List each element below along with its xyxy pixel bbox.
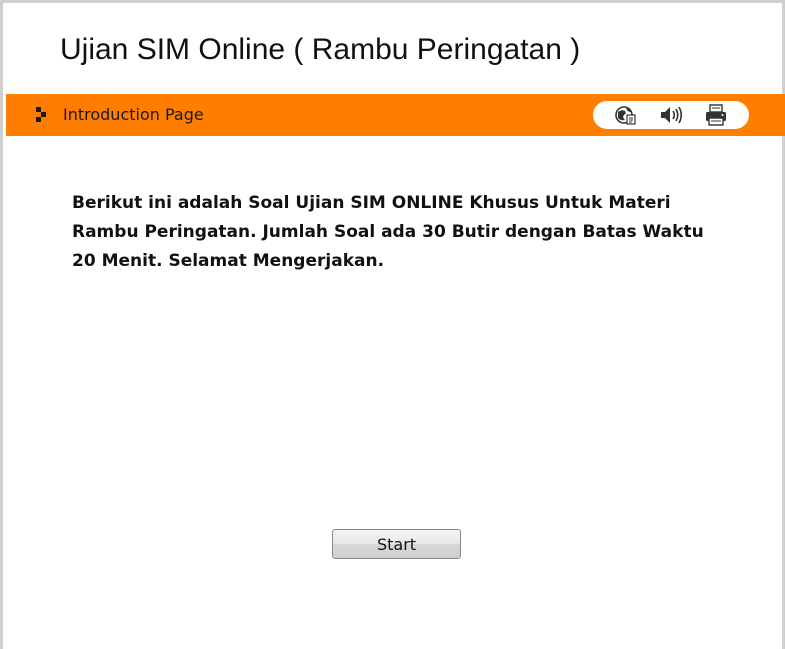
- navigation-bar: Introduction Page: [6, 94, 785, 136]
- quiz-window: Ujian SIM Online ( Rambu Peringatan ) In…: [0, 0, 785, 649]
- bullet-icon: [36, 107, 50, 123]
- start-button[interactable]: Start: [332, 529, 461, 559]
- speaker-icon[interactable]: [658, 103, 684, 127]
- page-section-label: Introduction Page: [63, 105, 204, 124]
- toolbar: [593, 101, 749, 129]
- globe-document-icon[interactable]: [613, 103, 639, 127]
- printer-icon[interactable]: [703, 103, 729, 127]
- page-title: Ujian SIM Online ( Rambu Peringatan ): [60, 33, 581, 66]
- instructions-text: Berikut ini adalah Soal Ujian SIM ONLINE…: [72, 193, 704, 271]
